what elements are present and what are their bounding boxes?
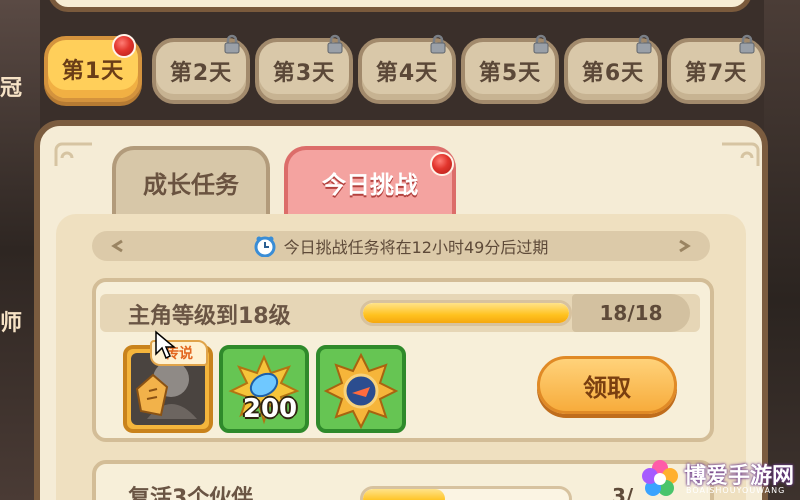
day-tab-6[interactable]: 第6天 bbox=[564, 34, 662, 104]
lock-icon bbox=[533, 34, 549, 54]
day-tabs: 第1天 第2天 第3天 第4天 第5天 第6天 第7天 bbox=[40, 34, 765, 108]
day-tab-label: 第4天 bbox=[375, 61, 439, 86]
day-tab-label: 第7天 bbox=[684, 61, 748, 86]
progress-count: 18/18 bbox=[599, 301, 663, 325]
day-tab-7[interactable]: 第7天 bbox=[667, 34, 765, 104]
progress-count: 3/ bbox=[612, 484, 634, 500]
expire-banner: 今日挑战任务将在12小时49分后过期 bbox=[92, 231, 710, 261]
tab-growth-label: 成长任务 bbox=[143, 170, 239, 199]
lock-icon bbox=[636, 34, 652, 54]
reward-count: 200 bbox=[242, 394, 298, 424]
expire-text: 今日挑战任务将在12小时49分后过期 bbox=[283, 238, 549, 257]
notification-dot-icon bbox=[430, 152, 454, 176]
notification-dot-icon bbox=[112, 34, 136, 58]
tab-daily-challenge[interactable]: 今日挑战 bbox=[284, 146, 456, 214]
day-tab-label: 第3天 bbox=[272, 61, 336, 86]
progress-fill bbox=[363, 489, 446, 500]
day-tab-3[interactable]: 第3天 bbox=[255, 34, 353, 104]
claim-button-label: 领取 bbox=[583, 373, 631, 402]
chevron-right-icon bbox=[679, 239, 691, 253]
background-fragment: 冠 bbox=[0, 76, 23, 101]
task-title: 主角等级到18级 bbox=[128, 304, 291, 329]
day-tab-4[interactable]: 第4天 bbox=[358, 34, 456, 104]
medal-icon bbox=[323, 352, 399, 430]
task-title: 复活3个伙伴 bbox=[128, 486, 254, 500]
day-tab-1[interactable]: 第1天 bbox=[44, 34, 142, 102]
game-background-right bbox=[764, 0, 800, 500]
clock-icon bbox=[254, 236, 276, 257]
day-tab-label: 第2天 bbox=[169, 61, 233, 86]
lock-icon bbox=[327, 34, 343, 54]
lock-icon bbox=[430, 34, 446, 54]
top-panel-frame bbox=[48, 0, 752, 12]
background-fragment: 师 bbox=[0, 311, 23, 336]
watermark: 博爱手游网 BOAISHOUYOUWANG bbox=[640, 456, 800, 500]
day-tab-label: 第6天 bbox=[581, 61, 645, 86]
day-tab-2[interactable]: 第2天 bbox=[152, 34, 250, 104]
day-tab-5[interactable]: 第5天 bbox=[461, 34, 559, 104]
task-progress-bar bbox=[360, 300, 572, 326]
progress-count-box: 18/18 bbox=[572, 294, 690, 332]
flower-logo-icon bbox=[642, 460, 678, 496]
watermark-subtext: BOAISHOUYOUWANG bbox=[686, 486, 786, 495]
claim-button[interactable]: 领取 bbox=[537, 356, 677, 414]
lock-icon bbox=[224, 34, 240, 54]
progress-fill bbox=[363, 303, 569, 323]
corner-ornament-icon bbox=[54, 142, 92, 166]
tab-growth-tasks[interactable]: 成长任务 bbox=[112, 146, 270, 214]
reward-medal[interactable] bbox=[316, 345, 406, 433]
task-progress-bar bbox=[360, 486, 572, 500]
day-tab-label: 第1天 bbox=[61, 59, 125, 84]
chevron-left-icon bbox=[111, 239, 123, 253]
day-tab-label: 第5天 bbox=[478, 61, 542, 86]
mouse-cursor-icon bbox=[155, 330, 176, 360]
lock-icon bbox=[739, 34, 755, 54]
tab-daily-label: 今日挑战 bbox=[322, 170, 418, 199]
corner-ornament-icon bbox=[722, 142, 760, 166]
